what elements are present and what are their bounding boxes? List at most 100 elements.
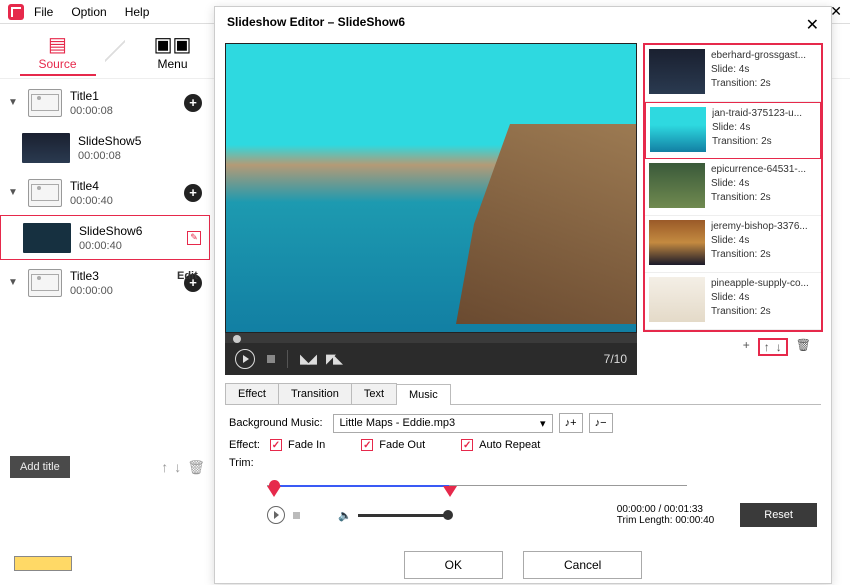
flip-h-icon[interactable]: ◣◢	[300, 351, 314, 367]
editor-tabs: Effect Transition Text Music	[225, 383, 821, 405]
placeholder-thumb	[28, 89, 62, 117]
dialog-close-icon[interactable]: ✕	[806, 15, 819, 35]
menu-option[interactable]: Option	[71, 5, 106, 19]
add-thumb-icon[interactable]: +	[743, 338, 750, 356]
thumb-down-icon[interactable]: ↓	[776, 340, 782, 354]
trim-label: Trim:	[229, 457, 254, 469]
slide-name: SlideShow5	[78, 134, 202, 148]
thumb-name: jeremy-bishop-3376...	[711, 220, 817, 234]
app-logo	[8, 4, 24, 20]
timeline-clip[interactable]	[14, 556, 72, 571]
thumb-name: pineapple-supply-co...	[711, 277, 817, 291]
title-row-4[interactable]: ▼ Title4 00:00:40 +	[0, 170, 210, 215]
dialog-title: Slideshow Editor – SlideShow6	[227, 15, 405, 35]
trim-length: Trim Length: 00:00:40	[617, 515, 714, 526]
slide-thumb-list: eberhard-grossgast... Slide: 4s Transiti…	[643, 43, 823, 332]
title-row-3[interactable]: ▼ Title3 00:00:00 +	[0, 260, 210, 305]
tab-transition[interactable]: Transition	[278, 383, 352, 404]
reset-button[interactable]: Reset	[740, 503, 817, 527]
auto-repeat-checkbox[interactable]: ✓	[461, 439, 473, 451]
title-time: 00:00:08	[70, 105, 184, 117]
caret-icon[interactable]: ▼	[8, 277, 20, 288]
fade-out-checkbox[interactable]: ✓	[361, 439, 373, 451]
ok-button[interactable]: OK	[404, 551, 503, 579]
thumb-item[interactable]: pineapple-supply-co... Slide: 4s Transit…	[645, 273, 821, 330]
tab-text[interactable]: Text	[351, 383, 397, 404]
thumb-trans-dur: Transition: 2s	[711, 305, 817, 319]
menu-help[interactable]: Help	[125, 5, 150, 19]
tab-menu[interactable]: ▣▣ Menu	[125, 26, 220, 76]
thumb-item[interactable]: jan-traid-375123-u... Slide: 4s Transiti…	[645, 102, 821, 159]
tab-music[interactable]: Music	[396, 384, 451, 405]
add-slide-button[interactable]: +	[184, 94, 202, 112]
fade-out-label: Fade Out	[379, 439, 425, 451]
thumb-item[interactable]: eberhard-grossgast... Slide: 4s Transiti…	[645, 45, 821, 102]
slide-row-5[interactable]: SlideShow5 00:00:08	[0, 125, 210, 170]
edit-label: Edit	[177, 270, 198, 282]
placeholder-thumb	[28, 179, 62, 207]
bg-music-combo[interactable]: Little Maps - Eddie.mp3 ▾	[333, 414, 553, 433]
edit-icon[interactable]: ✎	[187, 231, 201, 245]
title-row-1[interactable]: ▼ Title1 00:00:08 +	[0, 80, 210, 125]
title-name: Title3	[70, 269, 184, 283]
thumb-name: eberhard-grossgast...	[711, 49, 817, 63]
placeholder-thumb	[28, 269, 62, 297]
thumb-image	[649, 220, 705, 265]
menu-file[interactable]: File	[34, 5, 53, 19]
move-down-icon[interactable]: ↓	[174, 459, 181, 476]
tab-menu-label: Menu	[157, 57, 187, 71]
play-button[interactable]	[235, 349, 255, 369]
tab-source[interactable]: ▤ Source	[10, 26, 105, 76]
trim-end-handle[interactable]	[443, 486, 457, 497]
thumb-slide-dur: Slide: 4s	[711, 177, 817, 191]
slide-row-6[interactable]: SlideShow6 00:00:40 ✎	[0, 215, 210, 260]
preview-player: ◣◢ ◤◣ 7/10	[225, 43, 637, 375]
trim-start-handle[interactable]	[267, 486, 281, 497]
music-remove-icon[interactable]: ♪−	[589, 413, 613, 433]
thumb-trans-dur: Transition: 2s	[711, 191, 817, 205]
title-list: ▼ Title1 00:00:08 + SlideShow5 00:00:08 …	[0, 80, 210, 520]
volume-slider[interactable]	[358, 514, 448, 517]
slide-counter: 7/10	[604, 352, 627, 366]
thumb-name: jan-traid-375123-u...	[712, 107, 816, 121]
slide-thumb	[23, 223, 71, 253]
move-up-icon[interactable]: ↑	[161, 459, 168, 476]
trim-play-button[interactable]	[267, 506, 285, 524]
source-icon: ▤	[48, 32, 67, 57]
thumb-delete-icon[interactable]: 🗑	[796, 338, 811, 356]
title-name: Title4	[70, 179, 184, 193]
tab-effect[interactable]: Effect	[225, 383, 279, 404]
thumb-item[interactable]: jeremy-bishop-3376... Slide: 4s Transiti…	[645, 216, 821, 273]
slide-time: 00:00:40	[79, 240, 187, 252]
trim-stop-button[interactable]	[293, 512, 300, 519]
tab-arrow	[105, 26, 125, 76]
trim-slider[interactable]	[267, 475, 687, 499]
thumb-slide-dur: Slide: 4s	[712, 121, 816, 135]
thumb-name: epicurrence-64531-...	[711, 163, 817, 177]
slide-thumb	[22, 133, 70, 163]
thumb-up-icon[interactable]: ↑	[764, 340, 770, 354]
scrub-bar[interactable]	[225, 333, 637, 343]
add-title-button[interactable]: Add title	[10, 456, 70, 478]
title-name: Title1	[70, 89, 184, 103]
music-add-icon[interactable]: ♪+	[559, 413, 583, 433]
stop-button[interactable]	[267, 355, 275, 363]
auto-repeat-label: Auto Repeat	[479, 439, 540, 451]
thumb-trans-dur: Transition: 2s	[711, 77, 817, 91]
trim-time: 00:00:00 / 00:01:33	[617, 504, 714, 515]
thumb-item[interactable]: epicurrence-64531-... Slide: 4s Transiti…	[645, 159, 821, 216]
delete-icon[interactable]: 🗑	[187, 459, 205, 476]
caret-icon[interactable]: ▼	[8, 97, 20, 108]
flip-v-icon[interactable]: ◤◣	[326, 351, 340, 367]
cancel-button[interactable]: Cancel	[523, 551, 642, 579]
add-slide-button[interactable]: +	[184, 184, 202, 202]
caret-icon[interactable]: ▼	[8, 187, 20, 198]
bg-music-label: Background Music:	[229, 417, 323, 429]
menu-icon: ▣▣	[154, 32, 192, 57]
window-close[interactable]: ✕	[830, 3, 842, 20]
fade-in-checkbox[interactable]: ✓	[270, 439, 282, 451]
title-time: 00:00:40	[70, 195, 184, 207]
music-panel: Background Music: Little Maps - Eddie.mp…	[215, 405, 831, 541]
title-time: 00:00:00	[70, 285, 184, 297]
volume-icon[interactable]: 🔈	[338, 509, 352, 522]
